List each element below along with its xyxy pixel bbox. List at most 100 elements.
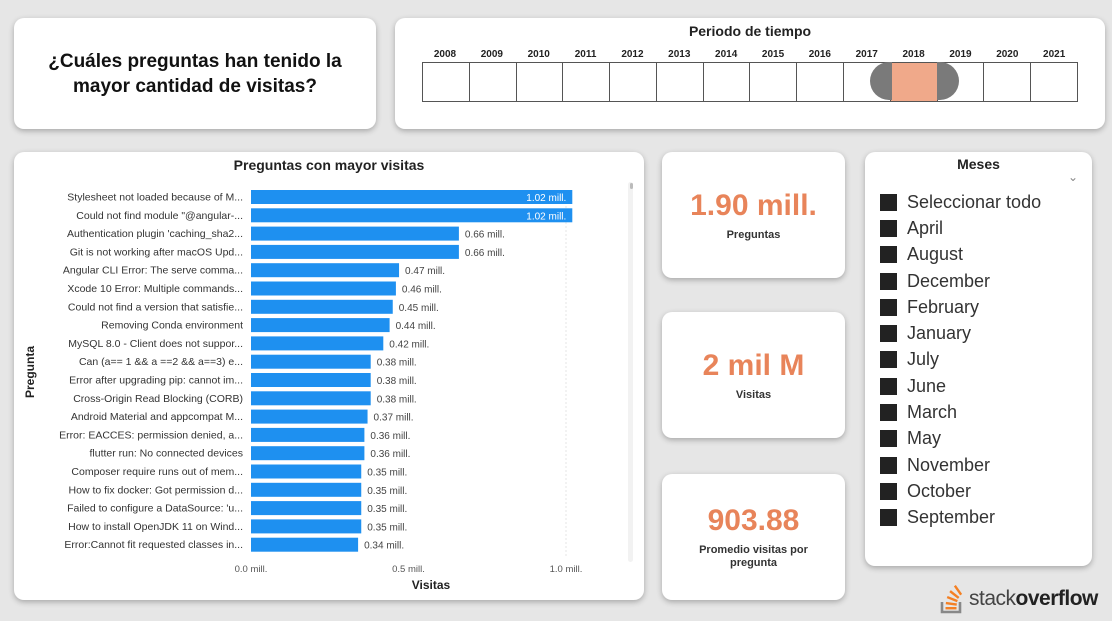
year-cell-2020[interactable]	[984, 63, 1032, 101]
bar[interactable]	[251, 244, 459, 259]
category-label: Git is not working after macOS Upd...	[70, 246, 243, 258]
bar[interactable]	[251, 482, 362, 497]
year-cell-2012[interactable]	[610, 63, 657, 101]
month-item[interactable]: January	[880, 320, 1041, 346]
year-cell-2015[interactable]	[750, 63, 798, 101]
month-item[interactable]: November	[880, 452, 1041, 478]
year-label: 2015	[761, 49, 785, 60]
bar[interactable]	[251, 281, 396, 296]
kpi-preguntas: 1.90 mill. Preguntas	[662, 152, 845, 278]
year-cell-2008[interactable]	[423, 63, 470, 101]
month-item[interactable]: June	[880, 373, 1041, 399]
month-item[interactable]: August	[880, 242, 1041, 268]
chevron-down-icon[interactable]: ⌄	[1068, 170, 1078, 184]
checkbox[interactable]	[880, 246, 897, 264]
bar[interactable]	[251, 446, 365, 461]
bar[interactable]	[251, 226, 459, 241]
checkbox[interactable]	[880, 193, 897, 211]
year-cell-2014[interactable]	[704, 63, 751, 101]
x-tick-label: 0.0 mill.	[235, 564, 268, 575]
category-label: Could not find module "@angular-...	[76, 210, 243, 222]
checkbox[interactable]	[880, 456, 897, 474]
checkbox[interactable]	[880, 219, 897, 237]
month-item[interactable]: May	[880, 426, 1041, 452]
month-label: October	[907, 480, 972, 501]
month-item[interactable]: September	[880, 505, 1041, 531]
year-cell-2018[interactable]	[890, 63, 938, 101]
bar[interactable]	[251, 354, 371, 369]
scrollbar-thumb[interactable]	[630, 183, 633, 189]
bar[interactable]	[251, 464, 362, 479]
bar[interactable]	[251, 263, 400, 278]
month-item[interactable]: March	[880, 399, 1041, 425]
x-axis-title: Visitas	[412, 578, 451, 592]
data-label: 0.35 mill.	[367, 522, 407, 533]
year-timeline[interactable]	[422, 62, 1078, 102]
year-label: 2021	[1043, 49, 1066, 60]
data-label: 1.02 mill.	[526, 211, 566, 222]
data-label: 0.34 mill.	[364, 541, 404, 552]
year-cell-2009[interactable]	[470, 63, 517, 101]
month-label: August	[907, 244, 964, 265]
checkbox[interactable]	[880, 509, 897, 527]
category-label: How to fix docker: Got permission d...	[69, 484, 243, 496]
month-item[interactable]: July	[880, 347, 1041, 373]
bar[interactable]	[251, 299, 393, 314]
year-cell-2010[interactable]	[517, 63, 564, 101]
month-label: December	[907, 270, 991, 291]
year-label: 2017	[855, 49, 878, 60]
year-cell-2016[interactable]	[797, 63, 845, 101]
bar[interactable]	[251, 336, 384, 351]
bar[interactable]	[251, 391, 371, 406]
data-label: 0.45 mill.	[399, 303, 439, 314]
checkbox[interactable]	[880, 482, 897, 500]
months-slicer: Meses ⌄ Seleccionar todo April August Decem…	[865, 152, 1092, 566]
kpi-value: 2 mil M	[702, 348, 805, 382]
data-label: 0.38 mill.	[377, 358, 417, 369]
checkbox[interactable]	[880, 298, 897, 316]
month-item[interactable]: October	[880, 478, 1041, 504]
kpi-label: Promedio visitas por pregunta	[699, 544, 808, 569]
month-label: April	[907, 217, 944, 238]
data-label: 0.38 mill.	[377, 394, 417, 405]
month-item[interactable]: April	[880, 215, 1041, 241]
bar[interactable]	[251, 208, 573, 223]
category-label: How to install OpenJDK 11 on Wind...	[68, 521, 243, 533]
year-cell-2021[interactable]	[1031, 63, 1077, 101]
data-label: 0.38 mill.	[377, 376, 417, 387]
bar[interactable]	[251, 318, 390, 333]
bar[interactable]	[251, 190, 573, 204]
stackoverflow-icon	[940, 585, 963, 614]
year-cell-2013[interactable]	[657, 63, 704, 101]
checkbox[interactable]	[880, 325, 897, 343]
month-item[interactable]: Seleccionar todo	[880, 189, 1041, 215]
months-title: Meses	[957, 156, 1000, 172]
year-label: 2020	[996, 49, 1019, 60]
x-tick-label: 0.5 mill.	[392, 564, 425, 575]
month-item[interactable]: December	[880, 268, 1041, 294]
month-item[interactable]: February	[880, 294, 1041, 320]
bar[interactable]	[251, 427, 365, 442]
category-label: Error: EACCES: permission denied, a...	[59, 429, 243, 441]
checkbox[interactable]	[880, 377, 897, 395]
bar[interactable]	[251, 519, 362, 534]
checkbox[interactable]	[880, 351, 897, 369]
stackoverflow-logo: stackoverflow	[940, 584, 1098, 614]
bar[interactable]	[251, 373, 371, 387]
checkbox[interactable]	[880, 404, 897, 422]
y-axis-title: Pregunta	[23, 346, 37, 398]
bar[interactable]	[251, 501, 362, 516]
year-cell-2011[interactable]	[563, 63, 611, 101]
category-label: Android Material and appcompat M...	[71, 411, 243, 423]
data-label: 1.02 mill.	[526, 193, 566, 204]
bar[interactable]	[251, 537, 359, 552]
bar[interactable]	[251, 409, 368, 424]
data-label: 0.36 mill.	[370, 449, 410, 460]
month-list: Seleccionar todo April August December Febru…	[880, 189, 1041, 531]
logo-text-overflow: overflow	[1015, 587, 1099, 610]
year-label: 2012	[621, 49, 644, 60]
chart-scrollbar[interactable]	[628, 182, 633, 562]
checkbox[interactable]	[880, 430, 897, 448]
category-label: MySQL 8.0 - Client does not suppor...	[68, 338, 243, 350]
checkbox[interactable]	[880, 272, 897, 290]
